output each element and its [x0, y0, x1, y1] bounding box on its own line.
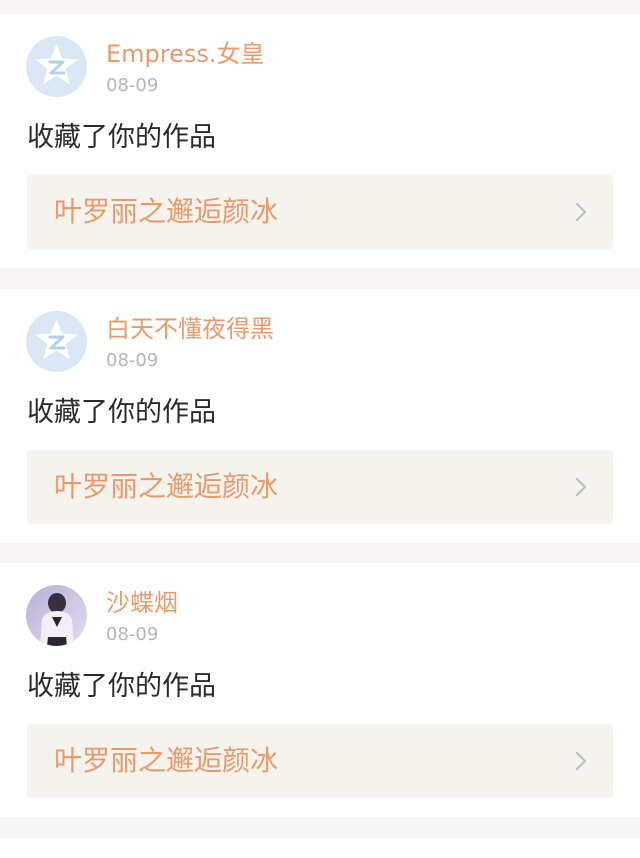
chevron-right-icon — [576, 478, 586, 496]
timestamp: 08-09 — [106, 624, 159, 645]
work-link[interactable]: 叶罗丽之邂逅颜冰 — [27, 450, 613, 524]
notification-card-partial — [0, 838, 640, 858]
notification-card: 白天不懂夜得黑 08-09 收藏了你的作品 叶罗丽之邂逅颜冰 — [0, 289, 640, 543]
username[interactable]: Empress.女皇 — [106, 38, 265, 70]
work-title: 叶罗丽之邂逅颜冰 — [54, 744, 279, 777]
work-link[interactable]: 叶罗丽之邂逅颜冰 — [27, 724, 613, 798]
timestamp: 08-09 — [106, 350, 159, 371]
avatar[interactable] — [26, 36, 87, 97]
chevron-right-icon — [576, 203, 586, 221]
notification-card: Empress.女皇 08-09 收藏了你的作品 叶罗丽之邂逅颜冰 — [0, 14, 640, 268]
work-link[interactable]: 叶罗丽之邂逅颜冰 — [27, 175, 613, 249]
qq-star-icon — [26, 36, 87, 97]
user-photo-avatar — [26, 585, 87, 646]
qq-star-icon — [26, 311, 87, 372]
avatar[interactable] — [26, 585, 87, 646]
notification-card: 沙蝶烟 08-09 收藏了你的作品 叶罗丽之邂逅颜冰 — [0, 563, 640, 817]
activity-text: 收藏了你的作品 — [27, 122, 216, 153]
timestamp: 08-09 — [106, 75, 159, 96]
activity-text: 收藏了你的作品 — [27, 671, 216, 702]
username[interactable]: 沙蝶烟 — [106, 587, 178, 619]
chevron-right-icon — [576, 752, 586, 770]
work-title: 叶罗丽之邂逅颜冰 — [54, 195, 279, 228]
activity-text: 收藏了你的作品 — [27, 397, 216, 428]
username[interactable]: 白天不懂夜得黑 — [106, 313, 274, 345]
work-title: 叶罗丽之邂逅颜冰 — [54, 470, 279, 503]
avatar[interactable] — [26, 311, 87, 372]
